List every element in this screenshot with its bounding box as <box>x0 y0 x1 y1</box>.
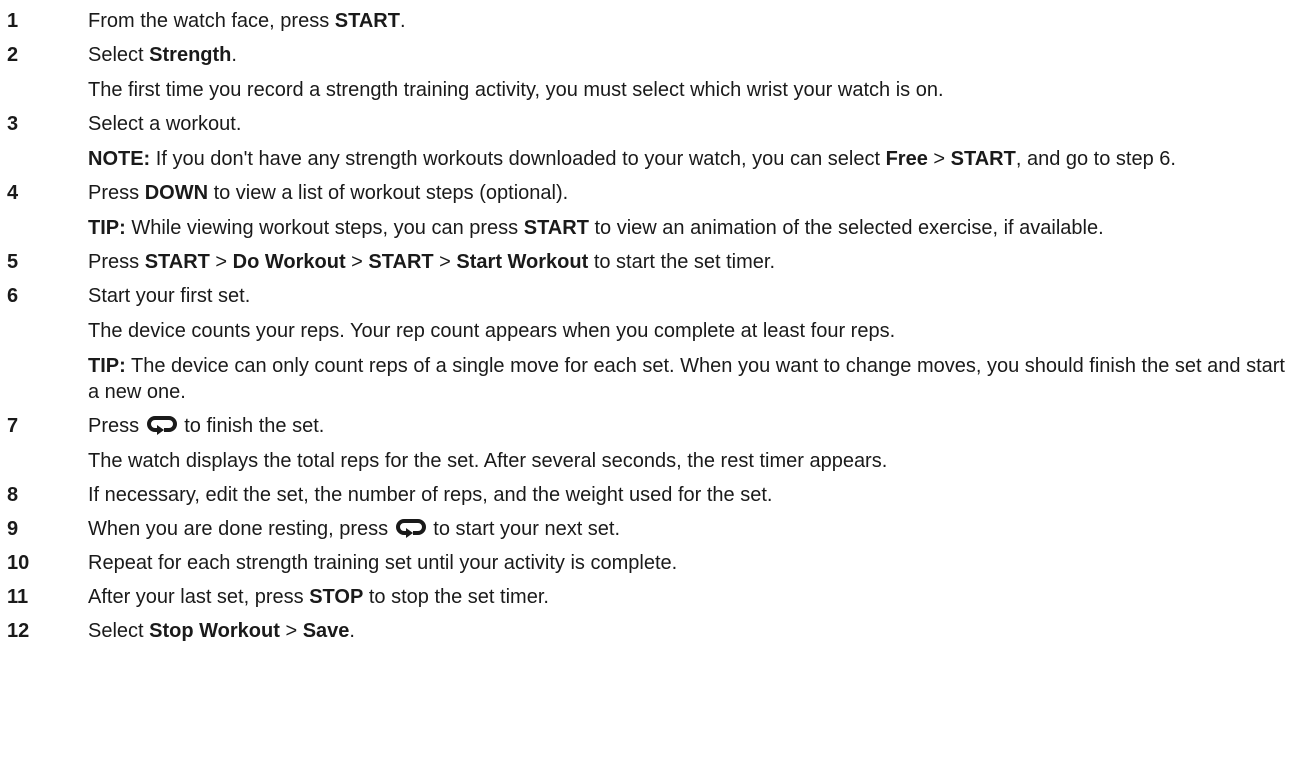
text-run: While viewing workout steps, you can pre… <box>125 217 524 239</box>
text-run: to stop the set timer. <box>363 586 549 608</box>
step-number: 1 <box>7 10 19 32</box>
text-run: Press <box>88 251 145 273</box>
step-text: Press START > Do Workout > START > Start… <box>88 249 1297 275</box>
text-run: If you don't have any strength workouts … <box>150 148 886 170</box>
step-item: 7 Press to finish the set. The watch displ… <box>0 413 1305 474</box>
step-note: NOTE: If you don't have any strength wor… <box>88 146 1297 172</box>
bold-term: START <box>334 10 400 32</box>
step-item: 3 Select a workout. NOTE: If you don't hav… <box>0 111 1305 172</box>
bold-term: Free <box>885 148 928 170</box>
step-number: 5 <box>7 251 19 273</box>
bold-term: START <box>368 251 434 273</box>
bold-term: Save <box>302 620 350 642</box>
text-run: The watch displays the total reps for th… <box>88 450 888 472</box>
bold-term: TIP: <box>88 217 126 239</box>
text-run: > <box>345 251 369 273</box>
bold-term: NOTE: <box>88 148 151 170</box>
text-run: > <box>433 251 457 273</box>
bold-term: START <box>523 217 589 239</box>
text-run: Repeat for each strength training set un… <box>88 552 678 574</box>
text-run: The first time you record a strength tra… <box>88 79 944 101</box>
step-item: 1 From the watch face, press START. <box>0 8 1305 34</box>
step-number: 12 <box>7 620 30 642</box>
text-run: When you are done resting, press <box>88 518 394 540</box>
text-run: , and go to step 6. <box>1015 148 1176 170</box>
bold-term: Stop Workout <box>149 620 280 642</box>
bold-term: START <box>144 251 210 273</box>
instruction-steps: 1 From the watch face, press START. 2 Selec… <box>0 0 1305 644</box>
step-number: 2 <box>7 44 19 66</box>
step-number: 8 <box>7 484 19 506</box>
step-item: 5 Press START > Do Workout > START > Star… <box>0 249 1305 275</box>
step-note: The watch displays the total reps for th… <box>88 448 1297 474</box>
step-text: After your last set, press STOP to stop … <box>88 584 1297 610</box>
text-run: > <box>279 620 303 642</box>
step-text: Select a workout. <box>88 111 1297 137</box>
bold-term: DOWN <box>144 182 209 204</box>
bold-term: Start Workout <box>456 251 589 273</box>
step-number: 7 <box>7 415 19 437</box>
step-text: Repeat for each strength training set un… <box>88 550 1297 576</box>
text-run: The device counts your reps. Your rep co… <box>88 320 896 342</box>
step-text: Press to finish the set. <box>88 413 1297 439</box>
text-run: Start your first set. <box>88 285 251 307</box>
text-run: Select a workout. <box>88 113 242 135</box>
step-item: 2 Select Strength. The first time you reco… <box>0 42 1305 103</box>
step-note: The first time you record a strength tra… <box>88 77 1297 103</box>
step-number: 10 <box>7 552 30 574</box>
step-item: 10 Repeat for each strength training set … <box>0 550 1305 576</box>
bold-term: Do Workout <box>232 251 346 273</box>
lap-loop-icon <box>395 519 426 538</box>
step-number: 9 <box>7 518 19 540</box>
step-item: 4 Press DOWN to view a list of workout st… <box>0 180 1305 241</box>
step-item: 11 After your last set, press STOP to sto… <box>0 584 1305 610</box>
step-item: 12 Select Stop Workout > Save. <box>0 618 1305 644</box>
step-item: 6 Start your first set. The device counts … <box>0 283 1305 405</box>
step-text: When you are done resting, press to star… <box>88 516 1297 542</box>
text-run: Select <box>88 620 150 642</box>
step-item: 9 When you are done resting, press to sta… <box>0 516 1305 542</box>
step-item: 8 If necessary, edit the set, the number … <box>0 482 1305 508</box>
step-number: 4 <box>7 182 19 204</box>
text-run: Select <box>88 44 150 66</box>
lap-loop-icon <box>146 416 177 435</box>
step-text: From the watch face, press START. <box>88 8 1297 34</box>
step-text: Start your first set. <box>88 283 1297 309</box>
text-run: After your last set, press <box>88 586 310 608</box>
step-number: 3 <box>7 113 19 135</box>
text-run: to view an animation of the selected exe… <box>588 217 1104 239</box>
step-number: 6 <box>7 285 19 307</box>
step-text: If necessary, edit the set, the number o… <box>88 482 1297 508</box>
text-run: > <box>209 251 233 273</box>
bold-term: START <box>950 148 1016 170</box>
step-text: Select Stop Workout > Save. <box>88 618 1297 644</box>
text-run: . <box>349 620 355 642</box>
text-run: Press <box>88 415 145 437</box>
text-run: Press <box>88 182 145 204</box>
step-note: TIP: While viewing workout steps, you ca… <box>88 215 1297 241</box>
step-note: The device counts your reps. Your rep co… <box>88 318 1297 344</box>
text-run: . <box>399 10 406 32</box>
text-run: to start the set timer. <box>588 251 776 273</box>
text-run: . <box>231 44 237 66</box>
text-run: to finish the set. <box>178 415 325 437</box>
text-run: From the watch face, press <box>88 10 335 32</box>
step-note: TIP: The device can only count reps of a… <box>88 353 1297 405</box>
text-run: > <box>927 148 951 170</box>
text-run: The device can only count reps of a sing… <box>88 355 1285 403</box>
step-number: 11 <box>7 586 29 608</box>
bold-term: TIP: <box>88 355 126 377</box>
text-run: to start your next set. <box>427 518 621 540</box>
bold-term: STOP <box>309 586 364 608</box>
step-text: Select Strength. <box>88 42 1297 68</box>
step-text: Press DOWN to view a list of workout ste… <box>88 180 1297 206</box>
bold-term: Strength <box>149 44 232 66</box>
text-run: to view a list of workout steps (optiona… <box>208 182 569 204</box>
text-run: If necessary, edit the set, the number o… <box>88 484 773 506</box>
